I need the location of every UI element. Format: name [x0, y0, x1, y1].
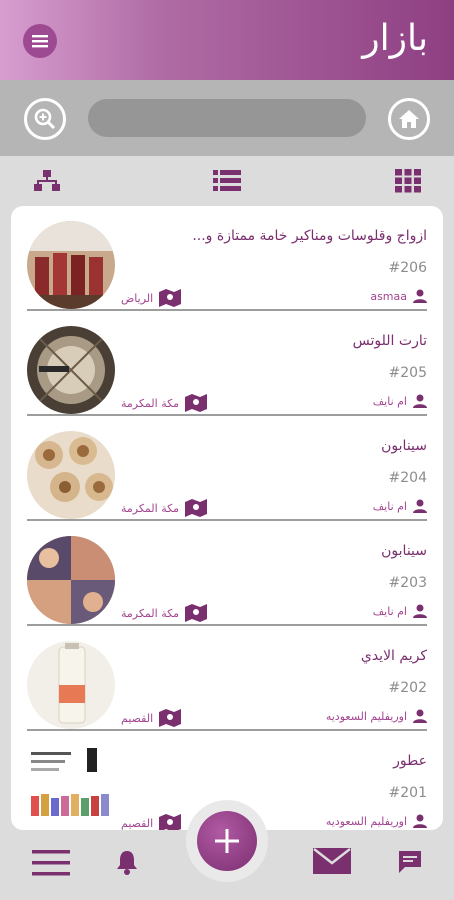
- listing-location: مكة المكرمة: [121, 394, 208, 412]
- listing-location: مكة المكرمة: [121, 604, 208, 622]
- view-toggle-bar: [0, 156, 454, 204]
- map-marker-icon: [185, 604, 208, 622]
- grid-view-button[interactable]: [394, 168, 422, 194]
- list-item[interactable]: ازواج وقلوسات ومناكير خامة ممتازة و... #…: [27, 206, 427, 311]
- listing-location: القصيم: [121, 709, 182, 727]
- bell-icon: [117, 851, 137, 875]
- city-name: مكة المكرمة: [121, 606, 180, 620]
- listing-number: #203: [388, 575, 427, 591]
- messages-button[interactable]: [312, 846, 352, 876]
- search-bar: [0, 80, 454, 156]
- add-listing-container: [186, 800, 268, 882]
- listing-thumbnail[interactable]: [27, 641, 115, 729]
- user-name: اوريفليم السعوديه: [325, 814, 407, 828]
- city-name: مكة المكرمة: [121, 396, 180, 410]
- chat-button[interactable]: [396, 848, 424, 876]
- listing-thumbnail[interactable]: [27, 326, 115, 414]
- add-listing-button[interactable]: [197, 811, 257, 871]
- map-marker-icon: [159, 289, 182, 307]
- user-icon: [413, 814, 427, 828]
- map-marker-icon: [185, 394, 208, 412]
- listing-title: سينابون: [381, 438, 427, 454]
- listing-user[interactable]: ام نايف: [373, 604, 427, 618]
- map-marker-icon: [159, 814, 182, 830]
- listing-location: القصيم: [121, 814, 182, 830]
- user-name: ام نايف: [372, 499, 407, 513]
- listing-number: #206: [388, 260, 427, 276]
- listing-title: سينابون: [381, 543, 427, 559]
- city-name: القصيم: [121, 816, 154, 830]
- listing-user[interactable]: ام نايف: [373, 499, 427, 513]
- home-icon: [399, 110, 419, 128]
- user-name: ام نايف: [372, 604, 407, 618]
- menu-nav-button[interactable]: [32, 848, 70, 878]
- zoom-search-icon: [34, 108, 56, 130]
- listing-number: #201: [388, 785, 427, 801]
- listing-location: مكة المكرمة: [121, 499, 208, 517]
- list-view-button[interactable]: [213, 168, 241, 194]
- search-button[interactable]: [24, 98, 66, 140]
- listing-thumbnail[interactable]: [27, 221, 115, 309]
- list-view-icon: [213, 170, 241, 191]
- city-name: الرياض: [121, 291, 154, 305]
- listing-user[interactable]: asmaa: [370, 289, 427, 303]
- city-name: القصيم: [121, 711, 154, 725]
- list-item[interactable]: سينابون #204 ام نايف مكة المكرمة: [27, 416, 427, 521]
- listing-thumbnail[interactable]: [27, 746, 115, 830]
- menu-button[interactable]: [23, 24, 57, 58]
- user-name: اوريفليم السعوديه: [325, 709, 407, 723]
- map-marker-icon: [185, 499, 208, 517]
- listing-user[interactable]: ام نايف: [373, 394, 427, 408]
- envelope-icon: [313, 848, 351, 874]
- app-logo: بازار: [362, 18, 428, 59]
- listing-title: ازواج وقلوسات ومناكير خامة ممتازة و...: [192, 228, 427, 244]
- listing-user[interactable]: اوريفليم السعوديه: [326, 814, 427, 828]
- listing-number: #202: [388, 680, 427, 696]
- listing-title: تارت اللوتس: [352, 333, 427, 349]
- list-item[interactable]: تارت اللوتس #205 ام نايف مكة المكرمة: [27, 311, 427, 416]
- city-name: مكة المكرمة: [121, 501, 180, 515]
- hamburger-icon: [32, 850, 70, 876]
- user-icon: [413, 499, 427, 513]
- listing-location: الرياض: [121, 289, 182, 307]
- chat-icon: [399, 851, 421, 873]
- list-item[interactable]: سينابون #203 ام نايف مكة المكرمة: [27, 521, 427, 626]
- plus-icon: [215, 829, 239, 853]
- grid-view-icon: [395, 169, 421, 193]
- notifications-button[interactable]: [114, 848, 140, 876]
- listings-card: ازواج وقلوسات ومناكير خامة ممتازة و... #…: [11, 206, 443, 830]
- sitemap-icon: [34, 170, 60, 191]
- listing-number: #205: [388, 365, 427, 381]
- category-view-button[interactable]: [33, 168, 61, 194]
- listing-thumbnail[interactable]: [27, 536, 115, 624]
- user-icon: [413, 709, 427, 723]
- user-icon: [413, 289, 427, 303]
- map-marker-icon: [159, 709, 182, 727]
- user-name: ام نايف: [372, 394, 407, 408]
- search-input[interactable]: [88, 99, 366, 137]
- listing-title: كريم الايدي: [360, 648, 427, 664]
- listing-title: عطور: [393, 753, 427, 769]
- user-name: asmaa: [370, 289, 407, 303]
- list-item[interactable]: كريم الايدي #202 اوريفليم السعوديه القصي…: [27, 626, 427, 731]
- menu-icon: [32, 35, 48, 48]
- app-header: بازار: [0, 0, 454, 80]
- user-icon: [413, 604, 427, 618]
- user-icon: [413, 394, 427, 408]
- listing-user[interactable]: اوريفليم السعوديه: [326, 709, 427, 723]
- listing-number: #204: [388, 470, 427, 486]
- listing-thumbnail[interactable]: [27, 431, 115, 519]
- home-button[interactable]: [388, 98, 430, 140]
